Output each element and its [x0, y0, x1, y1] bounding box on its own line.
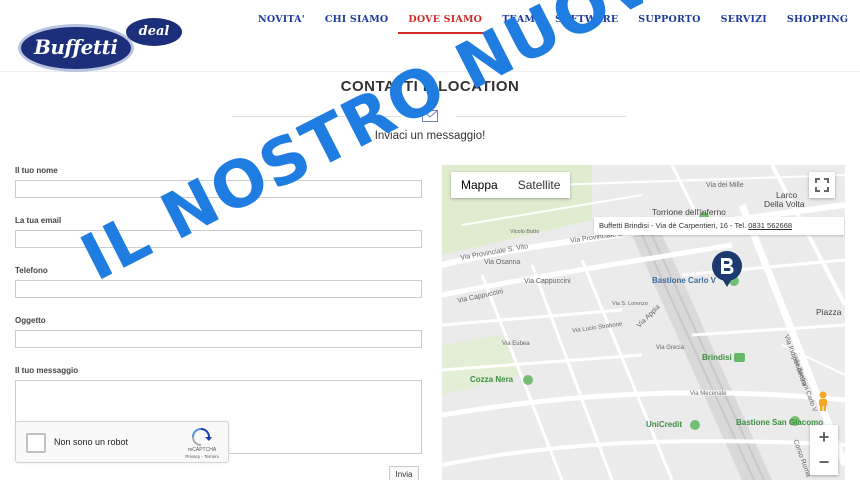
name-field[interactable] — [15, 180, 422, 198]
buffetti-logo[interactable]: Buffetti deal — [18, 18, 182, 72]
fullscreen-icon — [815, 178, 829, 192]
buffetti-location-marker-icon[interactable] — [710, 249, 744, 289]
divider-left — [232, 116, 402, 117]
map-label-eubea: Via Eubea — [502, 341, 530, 347]
send-button[interactable]: Invia — [389, 466, 419, 480]
envelope-icon — [422, 110, 438, 122]
map-label-cozza-nera: Cozza Nera — [470, 375, 514, 384]
logo-deal-badge: deal — [126, 18, 182, 46]
nav-servizi[interactable]: SERVIZI — [711, 14, 777, 34]
map-type-satellite-button[interactable]: Satellite — [508, 172, 571, 198]
recaptcha-brand: reCAPTCHA — [187, 447, 217, 453]
logo-text: Buffetti — [34, 35, 118, 59]
map-label-unicredit: UniCredit — [646, 420, 682, 429]
nav-chi-siamo[interactable]: CHI SIAMO — [315, 14, 399, 34]
google-map[interactable]: Torrione dell'inferno Via dei Mille Larc… — [442, 165, 845, 480]
map-label-brindisi: Brindisi — [702, 353, 732, 362]
map-type-map-button[interactable]: Mappa — [451, 172, 508, 198]
map-info-phone-link[interactable]: 0831 562668 — [748, 221, 792, 230]
map-label-grecia: Via Grecia — [656, 345, 684, 351]
email-label: La tua email — [15, 216, 62, 225]
map-label-piazza: Piazza — [816, 307, 842, 317]
contact-form: Il tuo nome La tua email Telefono Oggett… — [15, 166, 423, 454]
map-info-window: Buffetti Brindisi - Via dè Carpentieri, … — [594, 217, 844, 235]
subject-label: Oggetto — [15, 316, 46, 325]
recaptcha-widget: Non sono un robot reCAPTCHA Privacy - Te… — [15, 421, 229, 463]
map-info-text: Buffetti Brindisi - Via dè Carpentieri, … — [599, 221, 749, 230]
divider-right — [456, 116, 626, 117]
recaptcha-privacy-link[interactable]: Privacy - Termini — [180, 454, 224, 459]
street-view-pegman-icon[interactable] — [816, 391, 830, 411]
map-label-via-mille: Via dei Mille — [706, 182, 744, 189]
message-label: Il tuo messaggio — [15, 366, 79, 375]
nav-team[interactable]: TEAM — [492, 14, 545, 34]
map-label-osanna: Via Osanna — [484, 259, 521, 266]
phone-field[interactable] — [15, 280, 422, 298]
name-label: Il tuo nome — [15, 166, 58, 175]
site-header: Buffetti deal NOVITA' CHI SIAMO DOVE SIA… — [0, 0, 860, 72]
nav-shopping[interactable]: SHOPPING — [777, 14, 858, 34]
map-label-torrione: Torrione dell'inferno — [652, 207, 726, 217]
nav-software[interactable]: SOFTWARE — [545, 14, 628, 34]
phone-label: Telefono — [15, 266, 48, 275]
fullscreen-button[interactable] — [809, 172, 835, 198]
recaptcha-label: Non sono un robot — [54, 437, 129, 447]
map-type-control: Mappa Satellite — [451, 172, 571, 198]
section-subtitle: Inviaci un messaggio! — [374, 130, 486, 142]
zoom-control: + − — [810, 425, 838, 475]
recaptcha-icon — [192, 428, 212, 446]
subject-field[interactable] — [15, 330, 422, 348]
map-label-mecenate: Via Mecenate — [690, 391, 727, 397]
map-label-s-lorenzo: Via S. Lorenzo — [612, 301, 648, 307]
page-title: CONTATTI E LOCATION — [340, 78, 520, 95]
map-label-della-volta: Della Volta — [764, 199, 805, 209]
map-label-cappuccini-2: Via Cappuccini — [524, 278, 571, 285]
map-label-vicolo-botto: Vicolo Botto — [510, 229, 540, 235]
main-nav: NOVITA' CHI SIAMO DOVE SIAMO TEAM SOFTWA… — [248, 14, 858, 34]
nav-novita[interactable]: NOVITA' — [248, 14, 315, 34]
nav-dove-siamo[interactable]: DOVE SIAMO — [398, 14, 493, 34]
map-label-bastione: Bastione Carlo V — [652, 276, 717, 285]
nav-supporto[interactable]: SUPPORTO — [628, 14, 710, 34]
email-field[interactable] — [15, 230, 422, 248]
zoom-in-button[interactable]: + — [810, 425, 838, 450]
zoom-out-button[interactable]: − — [810, 450, 838, 475]
recaptcha-checkbox[interactable] — [26, 433, 46, 453]
